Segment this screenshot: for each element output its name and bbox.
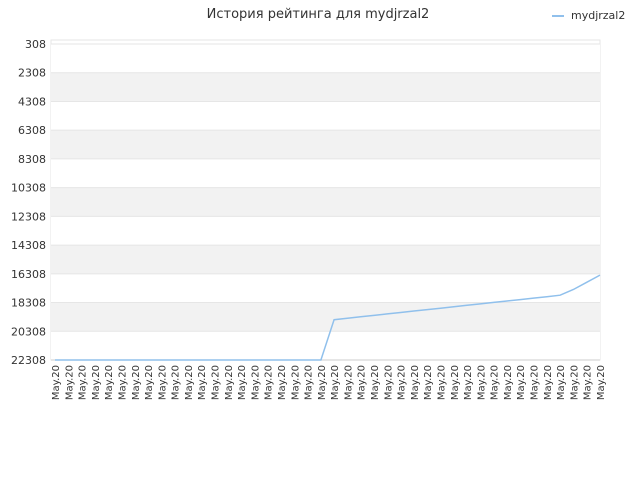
y-tick-label: 14308	[11, 239, 46, 252]
x-tick-label: May.20	[78, 365, 89, 400]
x-tick-label: May.20	[144, 365, 155, 400]
x-tick-label: May.20	[357, 365, 368, 400]
x-tick-label: May.20	[450, 365, 461, 400]
x-tick-label: May.20	[91, 365, 102, 400]
x-tick-label: May.20	[264, 365, 275, 400]
x-tick-label: May.20	[397, 365, 408, 400]
grid-band	[51, 130, 600, 159]
x-tick-label: May.20	[277, 365, 288, 400]
x-tick-label: May.20	[370, 365, 381, 400]
y-tick-label: 12308	[11, 210, 46, 223]
rating-history-chart: История рейтинга для mydjrzal2 308 2308 43…	[11, 7, 625, 400]
x-axis: May.20 May.20 May.20 May.20 May.20 May.20 May.…	[51, 365, 607, 400]
x-tick-label: May.20	[131, 365, 142, 400]
y-tick-label: 18308	[11, 297, 46, 310]
grid-band	[51, 273, 600, 303]
legend-label: mydjrzal2	[571, 9, 625, 22]
x-tick-label: May.20	[104, 365, 115, 400]
x-tick-label: May.20	[157, 365, 168, 400]
x-tick-label: May.20	[197, 365, 208, 400]
y-tick-label: 10308	[11, 182, 46, 195]
x-tick-label: May.20	[237, 365, 248, 400]
grid-band	[51, 158, 600, 188]
x-tick-label: May.20	[383, 365, 394, 400]
x-tick-label: May.20	[64, 365, 75, 400]
x-tick-label: May.20	[51, 365, 62, 400]
legend: mydjrzal2	[552, 9, 625, 22]
x-tick-label: May.20	[184, 365, 195, 400]
y-tick-label: 22308	[11, 354, 46, 367]
y-tick-label: 6308	[18, 124, 46, 137]
y-tick-label: 308	[25, 38, 46, 51]
x-tick-label: May.20	[463, 365, 474, 400]
x-tick-label: May.20	[290, 365, 301, 400]
y-tick-label: 2308	[18, 67, 46, 80]
chart-title: История рейтинга для mydjrzal2	[207, 7, 430, 22]
y-tick-label: 20308	[11, 325, 46, 338]
x-tick-label: May.20	[516, 365, 527, 400]
x-tick-label: May.20	[171, 365, 182, 400]
x-tick-label: May.20	[410, 365, 421, 400]
x-tick-label: May.20	[117, 365, 128, 400]
y-tick-label: 16308	[11, 268, 46, 281]
x-tick-label: May.20	[423, 365, 434, 400]
x-tick-label: May.20	[503, 365, 514, 400]
grid-band	[51, 101, 600, 131]
grid-band	[51, 216, 600, 246]
x-tick-label: May.20	[304, 365, 315, 400]
y-tick-label: 4308	[18, 95, 46, 108]
x-tick-label: May.20	[330, 365, 341, 400]
x-tick-label: May.20	[583, 365, 594, 400]
x-tick-label: May.20	[436, 365, 447, 400]
grid-band	[51, 72, 600, 102]
x-tick-label: May.20	[224, 365, 235, 400]
x-tick-label: May.20	[343, 365, 354, 400]
x-tick-label: May.20	[530, 365, 541, 400]
grid-band	[51, 187, 600, 217]
x-tick-label: May.20	[543, 365, 554, 400]
x-tick-label: May.20	[250, 365, 261, 400]
x-tick-label: May.20	[490, 365, 501, 400]
x-tick-label: May.20	[596, 365, 607, 400]
x-tick-label: May.20	[569, 365, 580, 400]
y-tick-label: 8308	[18, 153, 46, 166]
grid-band	[51, 302, 600, 332]
x-tick-label: May.20	[317, 365, 328, 400]
plot-background	[50, 39, 601, 361]
x-tick-label: May.20	[556, 365, 567, 400]
grid-band	[51, 245, 600, 274]
x-tick-label: May.20	[211, 365, 222, 400]
grid-band	[51, 44, 600, 73]
x-tick-label: May.20	[476, 365, 487, 400]
